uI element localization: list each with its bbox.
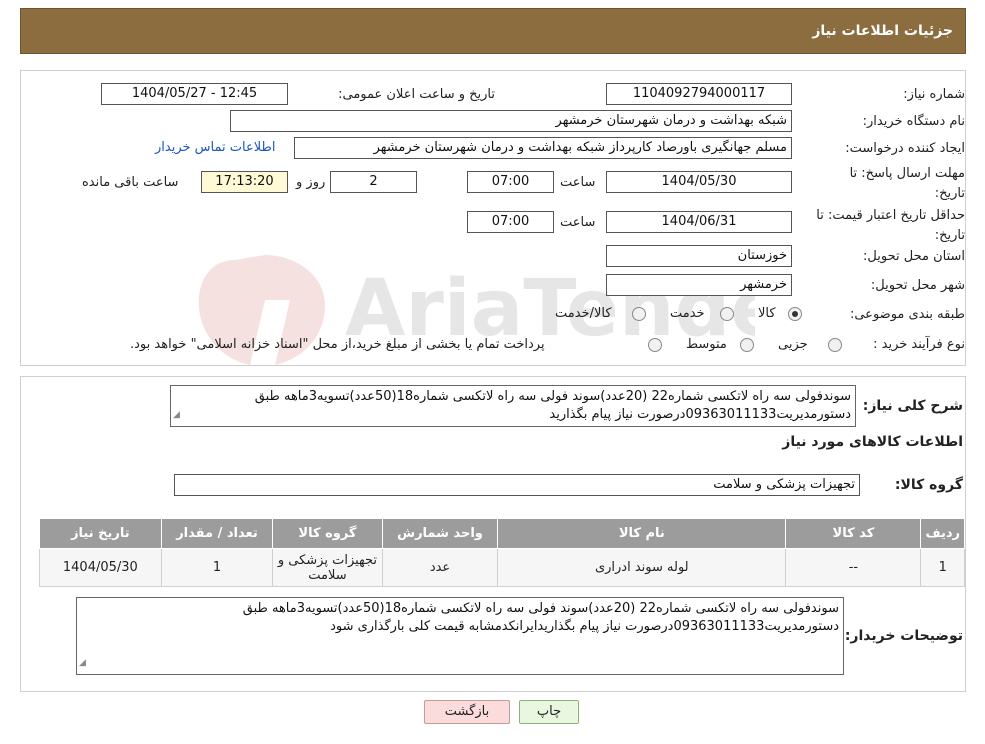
buyer-org-label: نام دستگاه خریدار: — [862, 114, 965, 129]
col-quantity: تعداد / مقدار — [160, 518, 274, 549]
resize-grip-icon[interactable]: ◢ — [79, 654, 86, 672]
purchase-type-radio-medium[interactable] — [740, 338, 754, 352]
buyer-notes-field[interactable]: سوندفولی سه راه لاتکسی شماره22 (20عدد)سو… — [76, 597, 844, 675]
buyer-notes-text: سوندفولی سه راه لاتکسی شماره22 (20عدد)سو… — [242, 601, 839, 634]
purchase-type-option-medium: متوسط — [686, 337, 727, 352]
col-item-code: کد کالا — [785, 518, 922, 549]
table-header-row: ردیف کد کالا نام کالا واحد شمارش گروه کا… — [39, 518, 965, 549]
days-label: روز و — [296, 175, 326, 190]
buyer-org-field: شبکه بهداشت و درمان شهرستان خرمشهر — [230, 110, 792, 132]
items-table: ردیف کد کالا نام کالا واحد شمارش گروه کا… — [39, 518, 965, 587]
send-deadline-date: 1404/05/30 — [606, 171, 792, 193]
announce-date-field: 1404/05/27 - 12:45 — [101, 83, 288, 105]
cell-row-number: 1 — [920, 548, 965, 587]
col-need-date: تاریخ نیاز — [39, 518, 162, 549]
col-unit: واحد شمارش — [381, 518, 499, 549]
purchase-type-radio-treasury[interactable] — [648, 338, 662, 352]
purchase-type-option-minor: جزیی — [778, 337, 808, 352]
purchase-type-label: نوع فرآیند خرید : — [873, 337, 965, 352]
print-button[interactable]: چاپ — [519, 700, 579, 724]
page-header: جزئیات اطلاعات نیاز — [20, 8, 966, 54]
city-label: شهر محل تحویل: — [870, 278, 965, 293]
remaining-days: 2 — [330, 171, 417, 193]
col-item-name: نام کالا — [497, 518, 787, 549]
price-validity-time: 07:00 — [467, 211, 554, 233]
table-row: 1 -- لوله سوند ادراری عدد تجهیزات پزشکی … — [39, 548, 965, 587]
province-label: استان محل تحویل: — [863, 249, 965, 264]
col-row-number: ردیف — [920, 518, 965, 549]
general-desc-label: شرح کلی نیاز: — [862, 398, 963, 414]
city-field: خرمشهر — [606, 274, 792, 296]
buyer-contact-link[interactable]: اطلاعات تماس خریدار — [155, 140, 275, 155]
page-title: جزئیات اطلاعات نیاز — [812, 23, 953, 39]
remaining-time: 17:13:20 — [201, 171, 288, 193]
province-field: خوزستان — [606, 245, 792, 267]
purchase-type-radio-minor[interactable] — [828, 338, 842, 352]
treasury-note: پرداخت تمام یا بخشی از مبلغ خرید،از محل … — [130, 337, 545, 352]
cell-item-code: -- — [785, 548, 922, 587]
send-deadline-label: مهلت ارسال پاسخ: تا تاریخ: — [849, 166, 965, 201]
requester-field: مسلم جهانگیری باورصاد کارپرداز شبکه بهدا… — [294, 137, 792, 159]
back-button[interactable]: بازگشت — [424, 700, 510, 724]
cell-quantity: 1 — [160, 548, 274, 587]
price-validity-time-label: ساعت — [560, 215, 596, 230]
category-label: طبقه بندی موضوعی: — [849, 307, 965, 322]
price-validity-date: 1404/06/31 — [606, 211, 792, 233]
cell-item-name: لوله سوند ادراری — [497, 548, 787, 587]
general-desc-text: سوندفولی سه راه لاتکسی شماره22 (20عدد)سو… — [254, 389, 851, 422]
goods-group-label: گروه کالا: — [894, 477, 963, 493]
category-radio-service[interactable] — [720, 307, 734, 321]
category-radio-goods-service[interactable] — [632, 307, 646, 321]
category-option-goods-service: کالا/خدمت — [555, 306, 612, 321]
send-deadline-time: 07:00 — [467, 171, 554, 193]
category-radio-goods[interactable] — [788, 307, 802, 321]
price-validity-label: حداقل تاریخ اعتبار قیمت: تا تاریخ: — [816, 208, 965, 243]
cell-need-date: 1404/05/30 — [39, 548, 162, 587]
send-deadline-time-label: ساعت — [560, 175, 596, 190]
col-goods-group: گروه کالا — [272, 518, 383, 549]
goods-group-field: تجهیزات پزشکی و سلامت — [174, 474, 860, 496]
need-number-field: 1104092794000117 — [606, 83, 792, 105]
items-section-title: اطلاعات کالاهای مورد نیاز — [782, 434, 963, 450]
category-option-service: خدمت — [670, 306, 705, 321]
buyer-notes-label: توضیحات خریدار: — [844, 628, 963, 644]
need-number-label: شماره نیاز: — [903, 87, 965, 102]
general-desc-field[interactable]: سوندفولی سه راه لاتکسی شماره22 (20عدد)سو… — [170, 385, 856, 427]
category-option-goods: کالا — [758, 306, 776, 321]
cell-unit: عدد — [381, 548, 499, 587]
remaining-label: ساعت باقی مانده — [82, 175, 179, 190]
announce-date-label: تاریخ و ساعت اعلان عمومی: — [338, 87, 495, 102]
resize-grip-icon[interactable]: ◢ — [173, 406, 180, 424]
cell-goods-group: تجهیزات پزشکی و سلامت — [272, 548, 383, 587]
requester-label: ایجاد کننده درخواست: — [845, 141, 965, 156]
